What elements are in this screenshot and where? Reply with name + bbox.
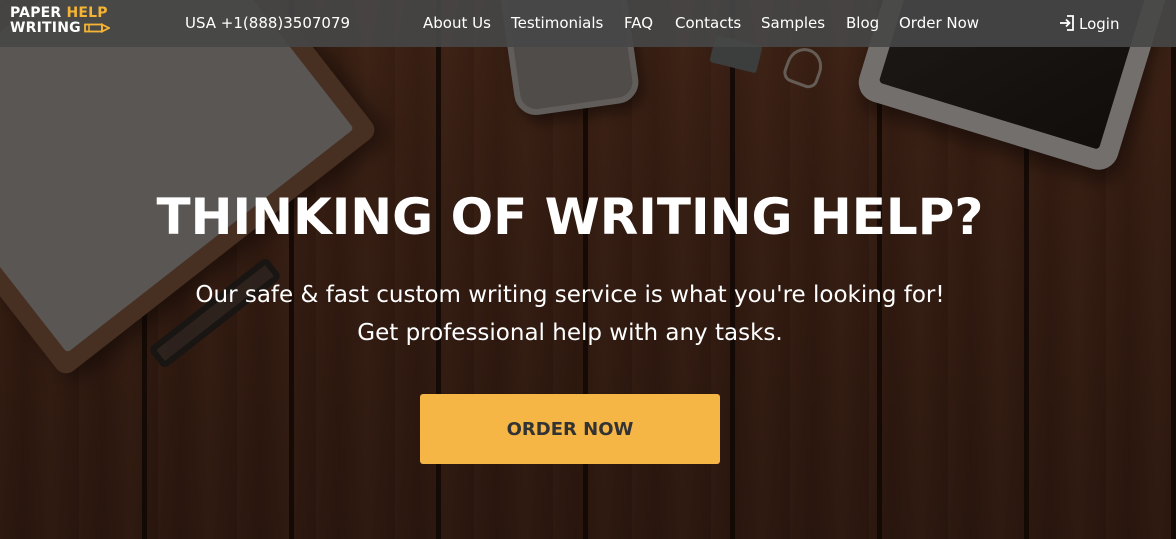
login-label: Login bbox=[1079, 15, 1120, 33]
hero-title: THINKING OF WRITING HELP? bbox=[156, 188, 984, 246]
nav-blog[interactable]: Blog bbox=[846, 14, 879, 32]
logo-text-paper: PAPER bbox=[10, 5, 67, 21]
top-navbar: PAPER HELP WRITING USA +1(888)3507079 Ab… bbox=[0, 0, 1176, 47]
logo-text-writing: WRITING bbox=[10, 20, 81, 36]
logo-text-help: HELP bbox=[66, 5, 108, 21]
login-arrow-icon bbox=[1058, 14, 1076, 32]
nav-contacts[interactable]: Contacts bbox=[675, 14, 741, 32]
nav-about-us[interactable]: About Us bbox=[423, 14, 491, 32]
phone-number[interactable]: USA +1(888)3507079 bbox=[185, 14, 350, 32]
nav-order-now[interactable]: Order Now bbox=[899, 14, 979, 32]
nav-testimonials[interactable]: Testimonials bbox=[511, 14, 603, 32]
order-now-button[interactable]: ORDER NOW bbox=[420, 394, 720, 464]
nav-faq[interactable]: FAQ bbox=[624, 14, 653, 32]
hero-subtitle-line1: Our safe & fast custom writing service i… bbox=[195, 282, 945, 308]
site-logo[interactable]: PAPER HELP WRITING bbox=[10, 6, 120, 40]
login-button[interactable]: Login bbox=[1058, 14, 1119, 34]
hero-subtitle-line2: Get professional help with any tasks. bbox=[357, 320, 783, 346]
pencil-icon bbox=[83, 23, 110, 33]
nav-samples[interactable]: Samples bbox=[761, 14, 825, 32]
